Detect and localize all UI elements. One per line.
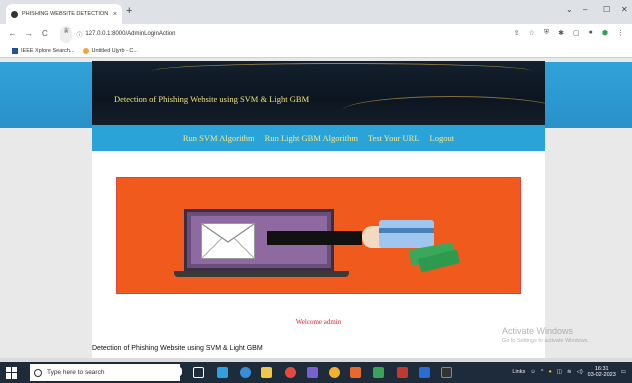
- app-orange-icon[interactable]: [350, 367, 361, 378]
- sidebar-icon[interactable]: ▢: [573, 29, 580, 37]
- tray-person-icon[interactable]: ☺: [530, 369, 536, 375]
- start-windows-icon[interactable]: [6, 366, 20, 379]
- page-footer: Detection of Phishing Website using SVM …: [92, 345, 263, 352]
- site-header: Detection of Phishing Website using SVM …: [92, 61, 545, 125]
- content-panel: Welcome admin: [92, 151, 545, 358]
- web-page: Detection of Phishing Website using SVM …: [0, 58, 632, 358]
- tray-weather-icon[interactable]: ●: [548, 369, 551, 375]
- profile-icon[interactable]: ●: [589, 29, 593, 37]
- bookmark-favicon-icon: [82, 47, 89, 54]
- tray-links[interactable]: Links: [512, 369, 525, 375]
- phishing-illustration: [116, 177, 521, 294]
- ieee-icon: [12, 47, 18, 54]
- app-purple-icon[interactable]: [307, 367, 318, 378]
- widgets-icon[interactable]: [217, 367, 228, 378]
- back-button[interactable]: ←: [8, 29, 17, 38]
- header-title: Detection of Phishing Website using SVM …: [114, 94, 310, 104]
- bookmark-untitled[interactable]: Untitled Ujyrb - C...: [82, 47, 138, 54]
- reload-button[interactable]: C: [42, 29, 48, 38]
- header-decoration: [342, 96, 545, 125]
- tray-volume-icon[interactable]: ◁): [577, 369, 583, 375]
- app-red-icon[interactable]: [285, 367, 296, 378]
- bookmark-label: IEEE Xplore Search...: [21, 47, 75, 54]
- tray-wifi-icon[interactable]: ≋: [567, 369, 572, 375]
- taskbar-clock[interactable]: 16:31 03-02-2023: [588, 366, 616, 378]
- menu-test-url[interactable]: Test Your URL: [368, 133, 420, 143]
- bookmarks-bar: IEEE Xplore Search... Untitled Ujyrb - C…: [0, 44, 632, 58]
- system-tray: Links ☺ ^ ● ◫ ≋ ◁) 16:31 03-02-2023 ▭: [512, 366, 626, 378]
- extension-shield-icon[interactable]: ⛨: [544, 29, 549, 37]
- windows-taskbar: Type here to search Links ☺ ^ ● ◫ ≋ ◁) 1…: [0, 362, 632, 383]
- word-icon[interactable]: [419, 367, 430, 378]
- maximize-icon[interactable]: ☐: [603, 5, 610, 14]
- microphone-icon[interactable]: [176, 367, 182, 376]
- forward-button[interactable]: →: [24, 29, 33, 38]
- minimize-icon[interactable]: –: [583, 5, 587, 14]
- notifications-icon[interactable]: ▭: [621, 369, 626, 375]
- share-icon[interactable]: ⇪: [514, 29, 520, 37]
- site-favicon-icon: [11, 10, 18, 18]
- chrome-icon[interactable]: [329, 367, 340, 378]
- watermark-title: Activate Windows: [502, 326, 574, 336]
- welcome-message: Welcome admin: [295, 318, 342, 326]
- search-placeholder: Type here to search: [47, 369, 105, 376]
- url-text[interactable]: 127.0.0.1:8000/AdminLoginAction: [85, 31, 175, 37]
- taskbar-search-box[interactable]: Type here to search: [30, 364, 180, 381]
- envelope-icon: [201, 223, 255, 259]
- activate-windows-watermark: Activate Windows Go to Settings to activ…: [502, 326, 589, 344]
- extension-green-icon[interactable]: ⬢: [602, 29, 608, 37]
- close-window-icon[interactable]: ✕: [621, 5, 628, 14]
- close-tab-icon[interactable]: ×: [113, 11, 117, 18]
- task-view-icon[interactable]: [193, 367, 204, 378]
- bookmark-star-icon[interactable]: ☆: [529, 29, 535, 37]
- tab-bar: PHISHING WEBSITE DETECTION × + ⌄ – ☐ ✕: [0, 0, 632, 24]
- address-bar[interactable]: ༀ ⓘ 127.0.0.1:8000/AdminLoginAction: [60, 25, 176, 43]
- tray-network-icon[interactable]: ◫: [557, 369, 562, 375]
- laptop-base-illustration: [174, 271, 349, 277]
- new-tab-button[interactable]: +: [126, 6, 132, 17]
- clock-date: 03-02-2023: [587, 372, 616, 378]
- edge-icon[interactable]: [240, 367, 251, 378]
- search-icon: [34, 368, 42, 377]
- watermark-subtitle: Go to Settings to activate Windows.: [502, 338, 589, 344]
- menu-logout[interactable]: Logout: [430, 133, 455, 143]
- credit-card-icon: [379, 220, 434, 248]
- header-decoration: [152, 63, 532, 79]
- browser-window: PHISHING WEBSITE DETECTION × + ⌄ – ☐ ✕ ←…: [0, 0, 632, 383]
- menu-kebab-icon[interactable]: ⋮: [617, 29, 624, 37]
- app-red2-icon[interactable]: [397, 367, 408, 378]
- extensions-puzzle-icon[interactable]: ✱: [558, 29, 564, 37]
- file-explorer-icon[interactable]: [261, 367, 272, 378]
- tab-search-chevron-icon[interactable]: ⌄: [566, 5, 573, 14]
- terminal-icon[interactable]: [441, 367, 452, 378]
- menu-run-svm[interactable]: Run SVM Algorithm: [183, 133, 255, 143]
- browser-tab[interactable]: PHISHING WEBSITE DETECTION ×: [6, 4, 122, 24]
- site-chip[interactable]: ༀ: [60, 25, 73, 43]
- app-green-icon[interactable]: [373, 367, 384, 378]
- tab-title: PHISHING WEBSITE DETECTION: [22, 11, 109, 17]
- main-menu: Run SVM Algorithm Run Light GBM Algorith…: [92, 125, 545, 151]
- bookmark-ieee[interactable]: IEEE Xplore Search...: [12, 47, 75, 54]
- hacker-arm-illustration: [267, 231, 362, 245]
- tray-chevron-icon[interactable]: ^: [541, 369, 544, 375]
- menu-run-light-gbm[interactable]: Run Light GBM Algorithm: [265, 133, 358, 143]
- site-info-icon[interactable]: ⓘ: [76, 30, 82, 39]
- bookmark-label: Untitled Ujyrb - C...: [91, 47, 138, 54]
- toolbar-icons: ⇪ ☆ ⛨ ✱ ▢ ● ⬢ ⋮: [514, 29, 624, 37]
